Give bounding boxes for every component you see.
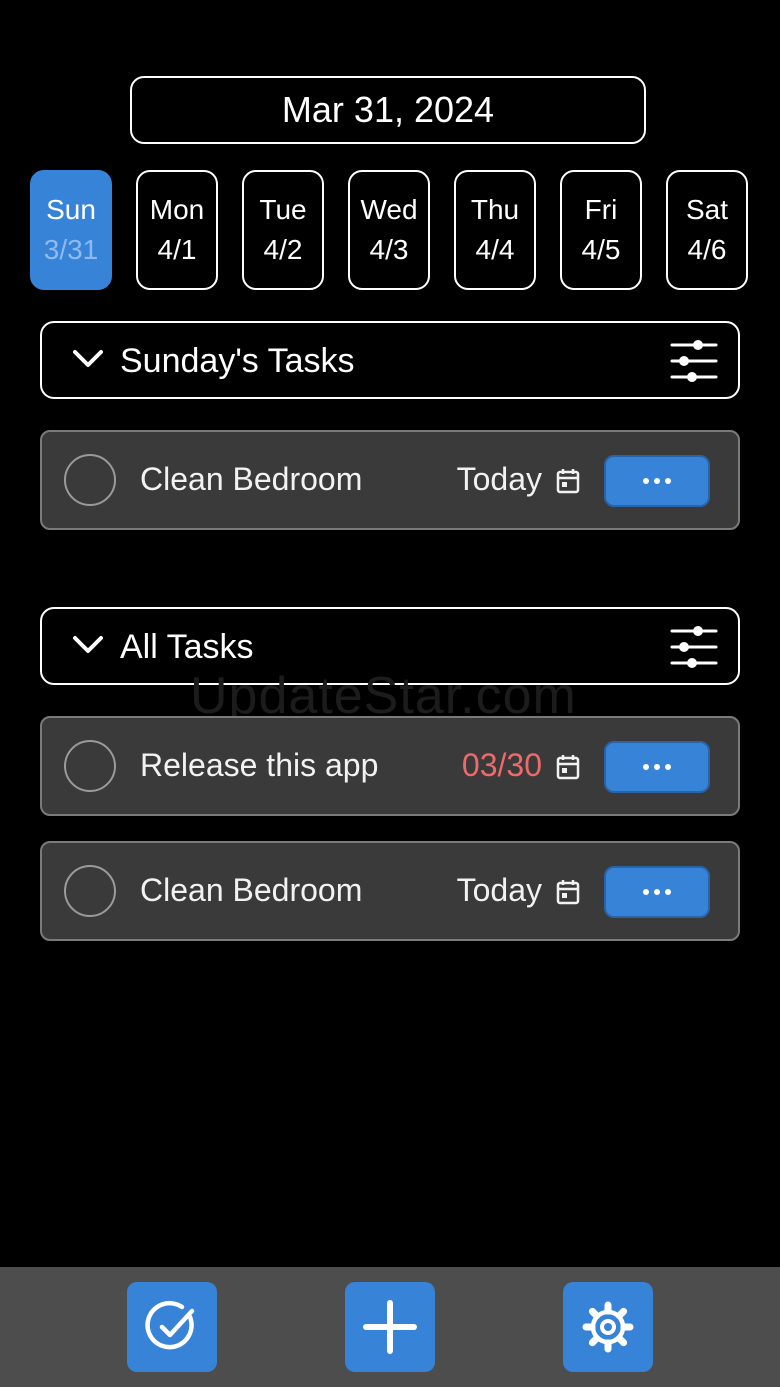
task-due: 03/30 bbox=[461, 747, 542, 783]
day-date: 4/2 bbox=[263, 234, 303, 265]
calendar-icon[interactable] bbox=[556, 468, 580, 494]
more-options-button[interactable] bbox=[604, 455, 710, 507]
plus-icon bbox=[363, 1300, 417, 1354]
section-title: All Tasks bbox=[120, 628, 254, 666]
calendar-icon[interactable] bbox=[556, 879, 580, 905]
day-thu[interactable]: Thu 4/4 bbox=[454, 170, 536, 290]
check-circle-icon bbox=[145, 1300, 195, 1350]
section-title: Sunday's Tasks bbox=[120, 342, 355, 380]
filter-sliders-icon[interactable] bbox=[670, 625, 718, 669]
task-title: Release this app bbox=[140, 747, 379, 783]
add-task-button[interactable] bbox=[345, 1282, 435, 1372]
day-name: Tue bbox=[259, 194, 307, 225]
day-name: Sat bbox=[685, 194, 729, 225]
filter-sliders-icon[interactable] bbox=[670, 339, 718, 383]
day-wed[interactable]: Wed 4/3 bbox=[348, 170, 430, 290]
calendar-icon[interactable] bbox=[556, 754, 580, 780]
bottom-tab-bar bbox=[0, 1267, 780, 1387]
day-date: 4/5 bbox=[581, 234, 621, 265]
more-options-button[interactable] bbox=[604, 866, 710, 918]
section-header-sunday[interactable]: Sunday's Tasks bbox=[40, 321, 740, 399]
more-icon bbox=[643, 764, 671, 770]
task-title: Clean Bedroom bbox=[140, 461, 363, 497]
day-sun[interactable]: Sun 3/31 bbox=[30, 170, 112, 290]
day-name: Fri bbox=[584, 194, 618, 225]
day-name: Sun bbox=[46, 194, 96, 225]
more-icon bbox=[643, 889, 671, 895]
task-row[interactable]: Release this app 03/30 bbox=[40, 716, 740, 816]
task-due: Today bbox=[456, 872, 542, 908]
gear-icon bbox=[582, 1301, 634, 1353]
day-date: 4/3 bbox=[369, 234, 409, 265]
day-date: 4/6 bbox=[687, 234, 727, 265]
day-name: Wed bbox=[360, 194, 418, 225]
chevron-down-icon[interactable] bbox=[72, 349, 104, 369]
task-row[interactable]: Clean Bedroom Today bbox=[40, 841, 740, 941]
chevron-down-icon[interactable] bbox=[72, 635, 104, 655]
complete-checkbox[interactable] bbox=[64, 740, 116, 792]
day-tue[interactable]: Tue 4/2 bbox=[242, 170, 324, 290]
day-date: 4/4 bbox=[475, 234, 515, 265]
task-due: Today bbox=[456, 461, 542, 497]
more-options-button[interactable] bbox=[604, 741, 710, 793]
complete-checkbox[interactable] bbox=[64, 454, 116, 506]
day-fri[interactable]: Fri 4/5 bbox=[560, 170, 642, 290]
date-header[interactable]: Mar 31, 2024 bbox=[130, 76, 646, 144]
current-date: Mar 31, 2024 bbox=[281, 89, 495, 130]
week-strip: Sun 3/31 Mon 4/1 Tue 4/2 Wed 4/3 Thu 4/4… bbox=[30, 170, 750, 290]
settings-tab-button[interactable] bbox=[563, 1282, 653, 1372]
task-row[interactable]: Clean Bedroom Today bbox=[40, 430, 740, 530]
tasks-tab-button[interactable] bbox=[127, 1282, 217, 1372]
task-title: Clean Bedroom bbox=[140, 872, 363, 908]
day-name: Thu bbox=[470, 194, 520, 225]
day-date: 3/31 bbox=[43, 234, 99, 265]
day-mon[interactable]: Mon 4/1 bbox=[136, 170, 218, 290]
day-sat[interactable]: Sat 4/6 bbox=[666, 170, 748, 290]
section-header-all[interactable]: All Tasks bbox=[40, 607, 740, 685]
day-date: 4/1 bbox=[157, 234, 197, 265]
day-name: Mon bbox=[149, 194, 205, 225]
more-icon bbox=[643, 478, 671, 484]
complete-checkbox[interactable] bbox=[64, 865, 116, 917]
